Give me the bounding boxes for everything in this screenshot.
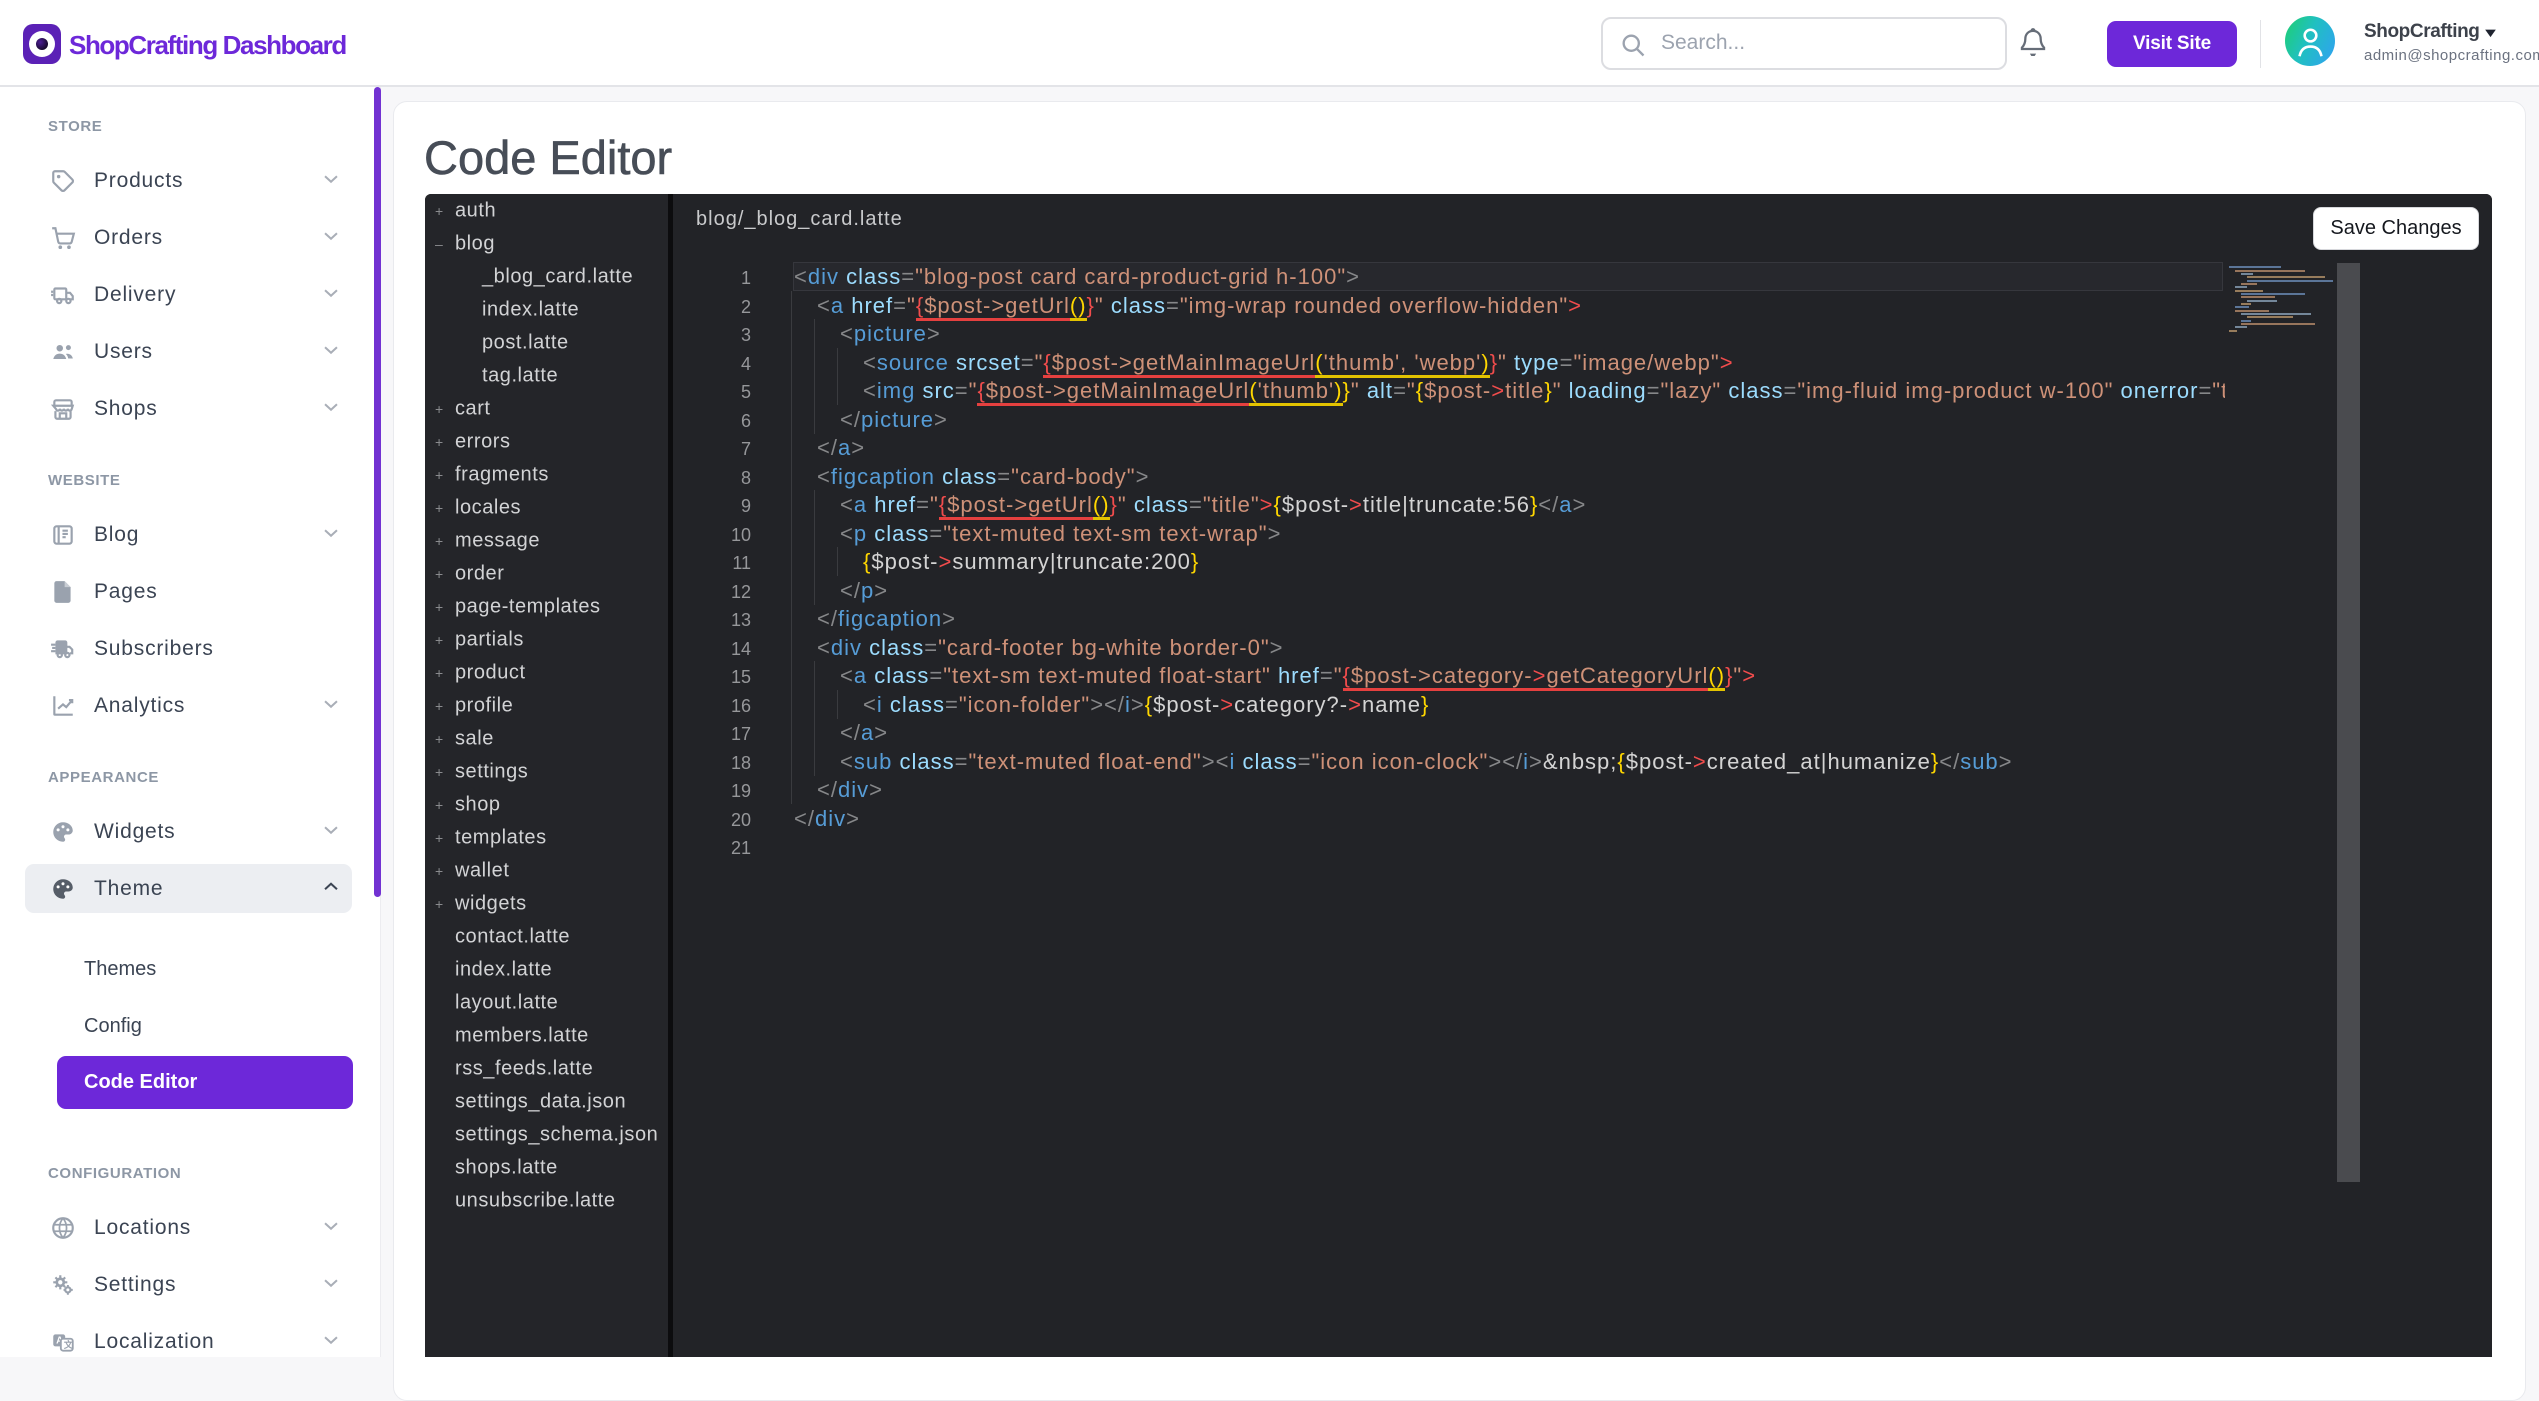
svg-text:文: 文 bbox=[63, 1338, 74, 1349]
